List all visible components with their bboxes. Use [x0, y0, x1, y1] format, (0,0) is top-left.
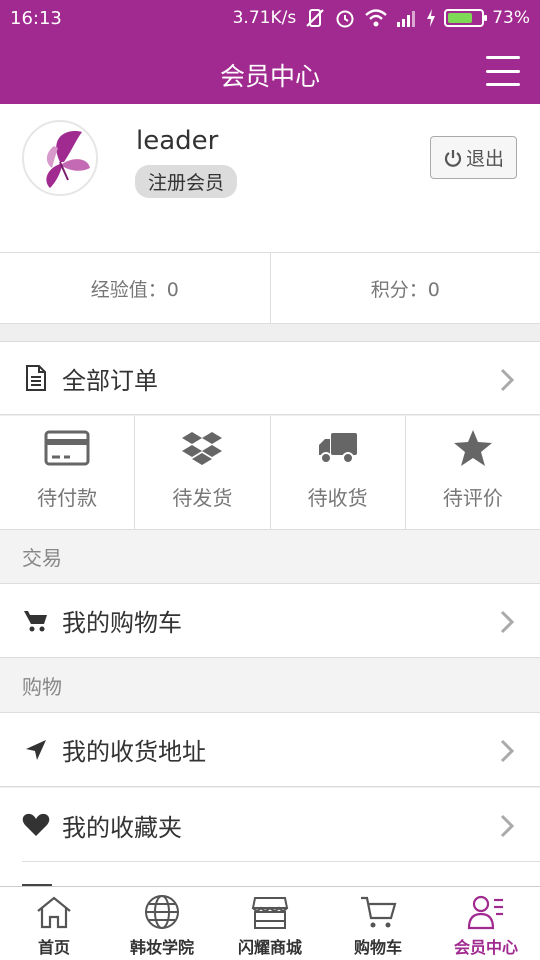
signal-icon	[397, 11, 416, 27]
order-pending-payment[interactable]: 待付款	[0, 416, 136, 529]
order-label: 待评价	[442, 486, 503, 510]
order-pending-shipment[interactable]: 待发货	[135, 416, 271, 529]
my-address-label: 我的收货地址	[62, 738, 206, 766]
logout-button[interactable]: 退出	[430, 136, 517, 179]
network-speed: 3.71K/s	[232, 8, 297, 28]
box-icon	[181, 428, 223, 468]
order-pending-receipt[interactable]: 待收货	[271, 416, 406, 529]
home-icon	[35, 893, 73, 931]
status-bar: 16:13 3.71K/s 73%	[0, 0, 540, 40]
bottom-tab-bar: 首页 韩妆学院 闪耀商城 购物车 会员中心	[0, 886, 540, 960]
butterfly-logo-icon	[46, 131, 90, 188]
experience-stat[interactable]: 经验值：0	[0, 253, 271, 323]
section-trade-heading: 交易	[0, 530, 540, 584]
order-pending-review[interactable]: 待评价	[406, 416, 540, 529]
menu-button[interactable]	[486, 56, 520, 86]
all-orders-row[interactable]: 全部订单	[0, 341, 540, 415]
chevron-right-icon	[500, 739, 514, 763]
all-orders-label: 全部订单	[62, 366, 158, 395]
my-address-row[interactable]: 我的收货地址	[0, 713, 540, 787]
my-favorites-label: 我的收藏夹	[62, 813, 182, 842]
menu-icon-line	[486, 56, 520, 59]
battery-icon	[444, 9, 488, 27]
chevron-right-icon	[500, 610, 514, 634]
points-stat[interactable]: 积分：0	[271, 253, 540, 323]
tab-cart[interactable]: 购物车	[324, 887, 432, 960]
tab-label: 首页	[37, 938, 70, 957]
heart-icon	[22, 811, 50, 839]
list-item-partial	[0, 862, 540, 886]
tab-label: 会员中心	[453, 938, 518, 957]
document-icon	[22, 364, 50, 392]
wifi-icon	[365, 9, 388, 27]
location-arrow-icon	[22, 736, 50, 764]
member-level-badge: 注册会员	[135, 165, 238, 198]
section-shopping-heading: 购物	[0, 659, 540, 713]
vibrate-off-icon	[306, 9, 324, 27]
username: leader	[136, 126, 219, 156]
status-time: 16:13	[10, 8, 62, 29]
menu-icon-line	[486, 69, 520, 73]
tab-label: 韩妆学院	[129, 938, 194, 957]
globe-icon	[144, 893, 180, 931]
member-icon	[467, 893, 505, 931]
logout-label: 退出	[465, 148, 504, 170]
stats-bar: 经验值：0 积分：0	[0, 252, 540, 324]
chevron-right-icon	[500, 368, 514, 392]
my-cart-label: 我的购物车	[62, 609, 182, 637]
profile-card: leader 注册会员 退出	[0, 104, 540, 252]
avatar[interactable]	[22, 120, 98, 196]
order-status-grid: 待付款 待发货 待收货 待评价	[0, 416, 540, 530]
star-icon	[453, 428, 493, 468]
battery-percent: 73%	[492, 8, 530, 28]
card-icon	[44, 428, 90, 468]
app-header: 会员中心	[0, 40, 540, 104]
order-label: 待收货	[307, 486, 368, 510]
my-cart-row[interactable]: 我的购物车	[0, 584, 540, 658]
tab-home[interactable]: 首页	[0, 887, 108, 960]
power-icon	[444, 149, 462, 167]
cart-icon	[22, 607, 50, 635]
cart-outline-icon	[359, 893, 397, 931]
tab-label: 闪耀商城	[237, 938, 302, 957]
order-label: 待发货	[172, 486, 233, 510]
tab-academy[interactable]: 韩妆学院	[108, 887, 216, 960]
menu-icon-line	[486, 83, 520, 86]
order-label: 待付款	[37, 486, 98, 510]
tab-mall[interactable]: 闪耀商城	[216, 887, 324, 960]
tab-label: 购物车	[353, 938, 402, 957]
alarm-icon	[336, 10, 354, 28]
page-title: 会员中心	[219, 62, 320, 91]
status-indicators: 3.71K/s 73%	[233, 7, 530, 29]
chevron-right-icon	[500, 814, 514, 838]
store-icon	[251, 893, 289, 931]
charging-icon	[427, 9, 436, 27]
truck-icon	[317, 428, 359, 468]
my-favorites-row[interactable]: 我的收藏夹	[0, 788, 540, 862]
tab-member-center[interactable]: 会员中心	[432, 887, 540, 960]
